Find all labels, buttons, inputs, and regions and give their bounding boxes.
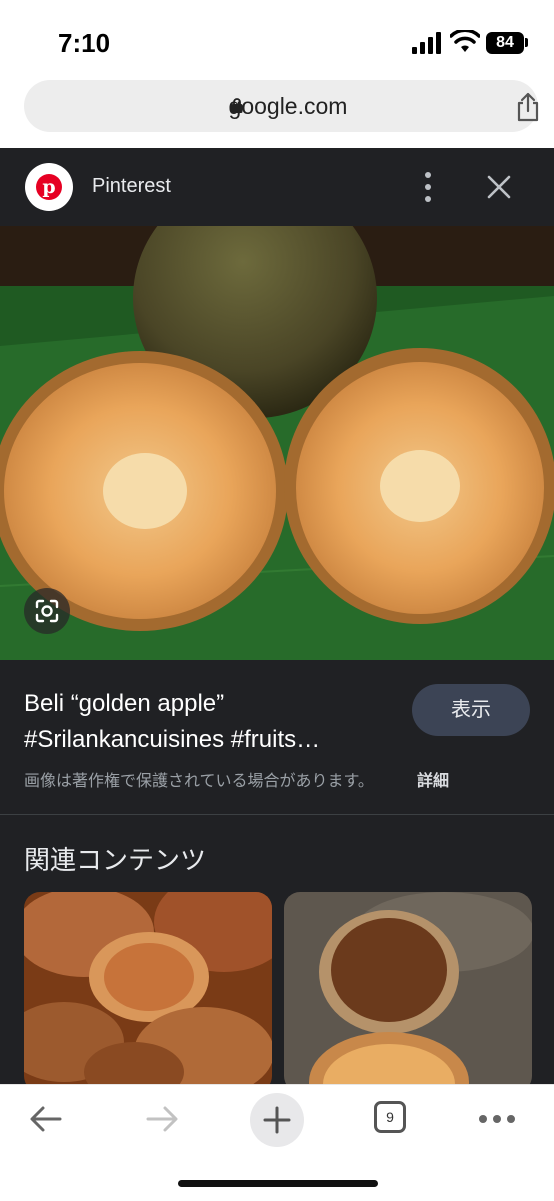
result-title[interactable]: Beli “golden apple” #Srilankancuisines #…	[24, 686, 384, 758]
image-preview-panel: p Pinterest Beli “golden apple” #Srilank…	[0, 148, 554, 1084]
divider	[0, 814, 554, 815]
more-options-icon[interactable]	[420, 170, 436, 204]
copyright-notice: 画像は著作権で保護されている場合があります。	[24, 773, 374, 790]
battery-indicator: 84	[486, 32, 524, 54]
preview-header: p Pinterest	[0, 148, 554, 226]
source-site-name[interactable]: Pinterest	[92, 175, 171, 198]
url-text: google.com	[228, 93, 348, 119]
address-bar[interactable]: google.com	[24, 80, 539, 132]
forward-arrow-icon[interactable]	[144, 1101, 180, 1137]
close-icon[interactable]	[486, 174, 512, 200]
home-indicator[interactable]	[178, 1180, 378, 1187]
source-avatar[interactable]: p	[25, 163, 73, 211]
status-time: 7:10	[58, 28, 111, 58]
wifi-icon	[450, 30, 480, 52]
google-lens-icon	[35, 599, 59, 623]
more-menu-icon[interactable]	[478, 1113, 516, 1125]
lens-search-button[interactable]	[24, 588, 70, 634]
cellular-signal-icon	[412, 32, 441, 54]
view-button[interactable]: 表示	[412, 684, 530, 736]
pinterest-logo-icon: p	[36, 174, 62, 200]
back-arrow-icon[interactable]	[28, 1101, 64, 1137]
related-image-2[interactable]	[284, 892, 532, 1084]
fruit-photo[interactable]: (function(){ var svg=document.currentScr…	[0, 226, 554, 660]
details-link[interactable]: 詳細	[417, 767, 449, 791]
status-bar: 7:10 84	[0, 0, 554, 80]
new-tab-button[interactable]	[250, 1093, 304, 1147]
related-image-1[interactable]	[24, 892, 272, 1084]
share-icon[interactable]	[514, 92, 542, 122]
tab-switcher-button[interactable]: 9	[374, 1101, 406, 1133]
plus-icon	[263, 1106, 291, 1134]
battery-cap	[525, 38, 528, 47]
related-heading: 関連コンテンツ	[24, 845, 207, 875]
